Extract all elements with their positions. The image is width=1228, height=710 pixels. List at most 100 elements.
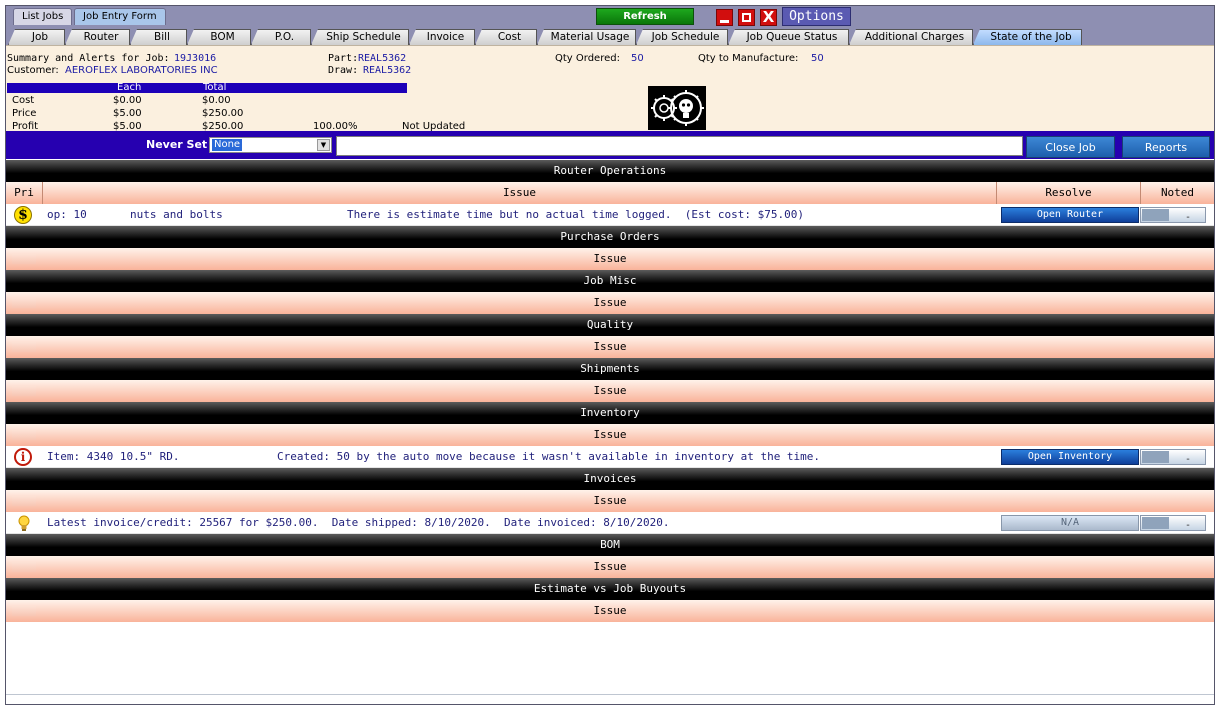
- issues-table-header: Pri Issue Resolve Noted: [6, 182, 1214, 204]
- estimate-header: Issue: [6, 600, 1214, 622]
- issue-header: Issue: [593, 428, 627, 441]
- issue-header: Issue: [593, 296, 627, 309]
- tab-bom[interactable]: BOM: [187, 29, 251, 45]
- shipments-header: Issue: [6, 380, 1214, 402]
- tab-material-usage[interactable]: Material Usage: [537, 29, 636, 45]
- router-op: op: 10: [47, 208, 87, 221]
- router-op-desc: nuts and bolts: [130, 208, 223, 221]
- open-inventory-button[interactable]: Open Inventory: [1001, 449, 1139, 465]
- inventory-noted-toggle[interactable]: -: [1140, 449, 1206, 465]
- section-job-misc: Job Misc: [6, 270, 1214, 292]
- part-number: REAL5362: [358, 53, 407, 64]
- tab-router[interactable]: Router: [65, 29, 130, 45]
- issue-header: Issue: [593, 340, 627, 353]
- refresh-button[interactable]: Refresh: [596, 8, 694, 25]
- cost-each: $0.00: [113, 95, 142, 106]
- inventory-issue-row: i Item: 4340 10.5" RD. Created: 50 by th…: [6, 446, 1214, 468]
- cost-total: $0.00: [202, 95, 231, 106]
- top-bar: List Jobs Job Entry Form Refresh X Optio…: [6, 6, 1214, 28]
- section-purchase-orders: Purchase Orders: [6, 226, 1214, 248]
- quality-header: Issue: [6, 336, 1214, 358]
- invoice-na-button[interactable]: N/A: [1001, 515, 1139, 531]
- tab-po[interactable]: P.O.: [251, 29, 311, 45]
- reports-button[interactable]: Reports: [1122, 136, 1210, 158]
- resolve-header: Resolve: [997, 182, 1141, 204]
- job-misc-header: Issue: [6, 292, 1214, 314]
- router-noted-toggle[interactable]: -: [1140, 207, 1206, 223]
- job-number: 19J3016: [174, 53, 217, 64]
- tab-invoice[interactable]: Invoice: [409, 29, 475, 45]
- purchase-orders-header: Issue: [6, 248, 1214, 270]
- cost-label: Cost: [12, 95, 35, 106]
- price-each: $5.00: [113, 108, 142, 119]
- bom-header: Issue: [6, 556, 1214, 578]
- price-label: Price: [12, 108, 37, 119]
- section-invoices: Invoices: [6, 468, 1214, 490]
- price-total: $250.00: [202, 108, 244, 119]
- inventory-item: Item: 4340 10.5" RD.: [47, 450, 180, 463]
- issue-header: Issue: [593, 384, 627, 397]
- invoice-noted-toggle[interactable]: -: [1140, 515, 1206, 531]
- tab-cost[interactable]: Cost: [475, 29, 537, 45]
- maximize-icon[interactable]: [738, 9, 755, 26]
- tab-job-schedule[interactable]: Job Schedule: [636, 29, 728, 45]
- inventory-issue-text: Created: 50 by the auto move because it …: [277, 450, 821, 463]
- close-job-button[interactable]: Close Job: [1026, 136, 1115, 158]
- qty-manufacture: 50: [811, 53, 824, 64]
- tab-job[interactable]: Job: [8, 29, 65, 45]
- options-button[interactable]: Options: [782, 7, 851, 26]
- invoices-header: Issue: [6, 490, 1214, 512]
- customer-name: AEROFLEX LABORATORIES INC: [65, 65, 218, 76]
- horizontal-scrollbar[interactable]: [6, 694, 1214, 704]
- summary-title: Summary and Alerts for Job:: [7, 53, 170, 64]
- qty-manufacture-label: Qty to Manufacture:: [698, 53, 799, 64]
- open-router-button[interactable]: Open Router: [1001, 207, 1139, 223]
- job-tabs: Job Router Bill BOM P.O. Ship Schedule I…: [6, 28, 1214, 45]
- issue-header: Issue: [593, 604, 627, 617]
- invoice-issue-text: Latest invoice/credit: 25567 for $250.00…: [47, 516, 670, 529]
- issues-panel: Router Operations Pri Issue Resolve Note…: [6, 159, 1214, 704]
- status-dropdown[interactable]: None ▼: [209, 137, 332, 153]
- minimize-icon[interactable]: [716, 9, 733, 26]
- close-icon[interactable]: X: [760, 9, 777, 26]
- router-issue-text: There is estimate time but no actual tim…: [347, 208, 804, 221]
- lightbulb-icon: [18, 515, 30, 531]
- tab-job-queue-status[interactable]: Job Queue Status: [728, 29, 849, 45]
- qty-ordered: 50: [631, 53, 644, 64]
- cost-table-header: Each Total: [7, 82, 407, 93]
- status-note-input[interactable]: [336, 136, 1023, 156]
- router-issue-row: $ op: 10 nuts and bolts There is estimat…: [6, 204, 1214, 226]
- issue-header: Issue: [593, 494, 627, 507]
- issue-header: Issue: [593, 560, 627, 573]
- inventory-header: Issue: [6, 424, 1214, 446]
- issue-header: Issue: [43, 182, 997, 204]
- customer-label: Customer:: [7, 65, 59, 76]
- tab-list-jobs[interactable]: List Jobs: [13, 8, 73, 25]
- tab-job-entry-form[interactable]: Job Entry Form: [74, 8, 166, 25]
- gear-logo-icon: [648, 86, 706, 130]
- tab-state-of-the-job[interactable]: State of the Job: [973, 29, 1082, 45]
- job-status-bar: Never Set None ▼ Close Job Reports: [6, 131, 1214, 159]
- info-icon: i: [14, 448, 32, 466]
- section-shipments: Shipments: [6, 358, 1214, 380]
- job-summary: Summary and Alerts for Job: 19J3016 Cust…: [6, 45, 1214, 132]
- app-window: List Jobs Job Entry Form Refresh X Optio…: [5, 5, 1215, 705]
- section-router-operations: Router Operations: [6, 160, 1214, 182]
- section-bom: BOM: [6, 534, 1214, 556]
- issue-header: Issue: [593, 252, 627, 265]
- section-estimate-vs-job-buyouts: Estimate vs Job Buyouts: [6, 578, 1214, 600]
- never-set-label: Never Set: [146, 138, 208, 151]
- part-label: Part:: [328, 53, 359, 64]
- tab-bill[interactable]: Bill: [130, 29, 187, 45]
- each-header: Each: [117, 82, 142, 93]
- draw-label: Draw:: [328, 65, 359, 76]
- total-header: Total: [203, 82, 227, 93]
- tab-ship-schedule[interactable]: Ship Schedule: [311, 29, 409, 45]
- section-inventory: Inventory: [6, 402, 1214, 424]
- tab-additional-charges[interactable]: Additional Charges: [849, 29, 973, 45]
- section-quality: Quality: [6, 314, 1214, 336]
- chevron-down-icon[interactable]: ▼: [317, 139, 330, 151]
- invoice-issue-row: Latest invoice/credit: 25567 for $250.00…: [6, 512, 1214, 534]
- noted-header: Noted: [1160, 186, 1195, 199]
- status-dropdown-value: None: [212, 139, 243, 151]
